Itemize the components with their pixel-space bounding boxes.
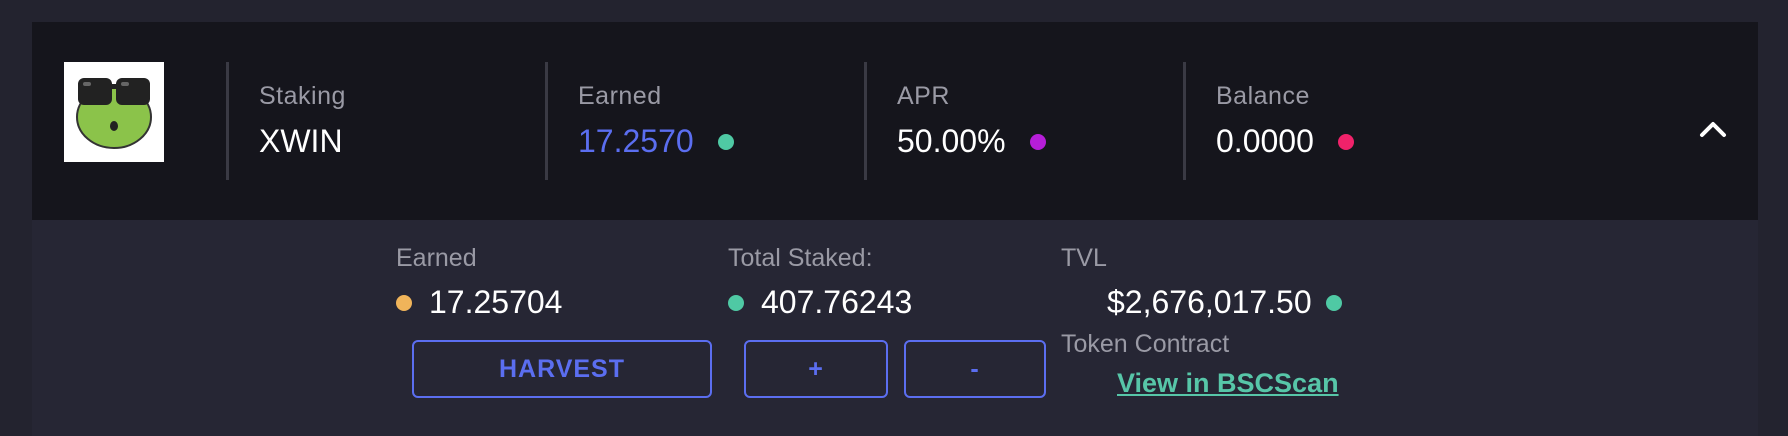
- earned-value: 17.25704: [429, 284, 563, 320]
- stat-label: Balance: [1216, 82, 1310, 110]
- bscscan-link[interactable]: View in BSCScan: [1117, 368, 1339, 399]
- staking-pool-card: Staking XWIN Earned 17.2570 APR 50.00% B…: [32, 22, 1758, 436]
- total-staked-value: 407.76243: [761, 284, 913, 320]
- stat-apr: APR 50.00%: [897, 82, 1046, 160]
- status-dot-icon: [717, 133, 734, 150]
- staked-dot-icon: [728, 294, 744, 311]
- frog-sunglasses-icon: [76, 78, 152, 149]
- stat-label: Earned: [578, 82, 662, 110]
- tvl-label: TVL: [1061, 244, 1107, 272]
- stat-label: APR: [897, 82, 950, 110]
- stat-earned: Earned 17.2570: [578, 82, 734, 160]
- earned-label: Earned: [396, 244, 477, 272]
- token-logo: [64, 62, 164, 162]
- stat-value: 0.0000: [1216, 123, 1314, 159]
- total-staked-label: Total Staked:: [728, 244, 873, 272]
- status-dot-icon: [1029, 133, 1046, 150]
- chevron-up-icon[interactable]: [1698, 114, 1728, 144]
- divider: [1183, 62, 1186, 180]
- earned-amount: 17.25704: [396, 284, 562, 321]
- earned-dot-icon: [396, 294, 412, 311]
- tvl-dot-icon: [1325, 294, 1342, 311]
- stat-value: 50.00%: [897, 123, 1006, 159]
- unstake-minus-button[interactable]: -: [904, 340, 1046, 398]
- stat-label: Staking: [259, 82, 346, 110]
- divider: [864, 62, 867, 180]
- divider: [226, 62, 229, 180]
- status-dot-icon: [1337, 133, 1354, 150]
- stake-plus-button[interactable]: +: [744, 340, 888, 398]
- stat-value: XWIN: [259, 123, 343, 159]
- pool-header[interactable]: Staking XWIN Earned 17.2570 APR 50.00% B…: [32, 22, 1758, 220]
- tvl-value: $2,676,017.50: [1107, 284, 1312, 320]
- stat-balance: Balance 0.0000: [1216, 82, 1354, 160]
- total-staked-amount: 407.76243: [728, 284, 912, 321]
- stat-staking: Staking XWIN: [259, 82, 346, 160]
- stat-value: 17.2570: [578, 123, 694, 159]
- token-contract-label: Token Contract: [1061, 330, 1230, 358]
- harvest-button[interactable]: HARVEST: [412, 340, 712, 398]
- divider: [545, 62, 548, 180]
- tvl-amount: $2,676,017.50: [1107, 284, 1342, 321]
